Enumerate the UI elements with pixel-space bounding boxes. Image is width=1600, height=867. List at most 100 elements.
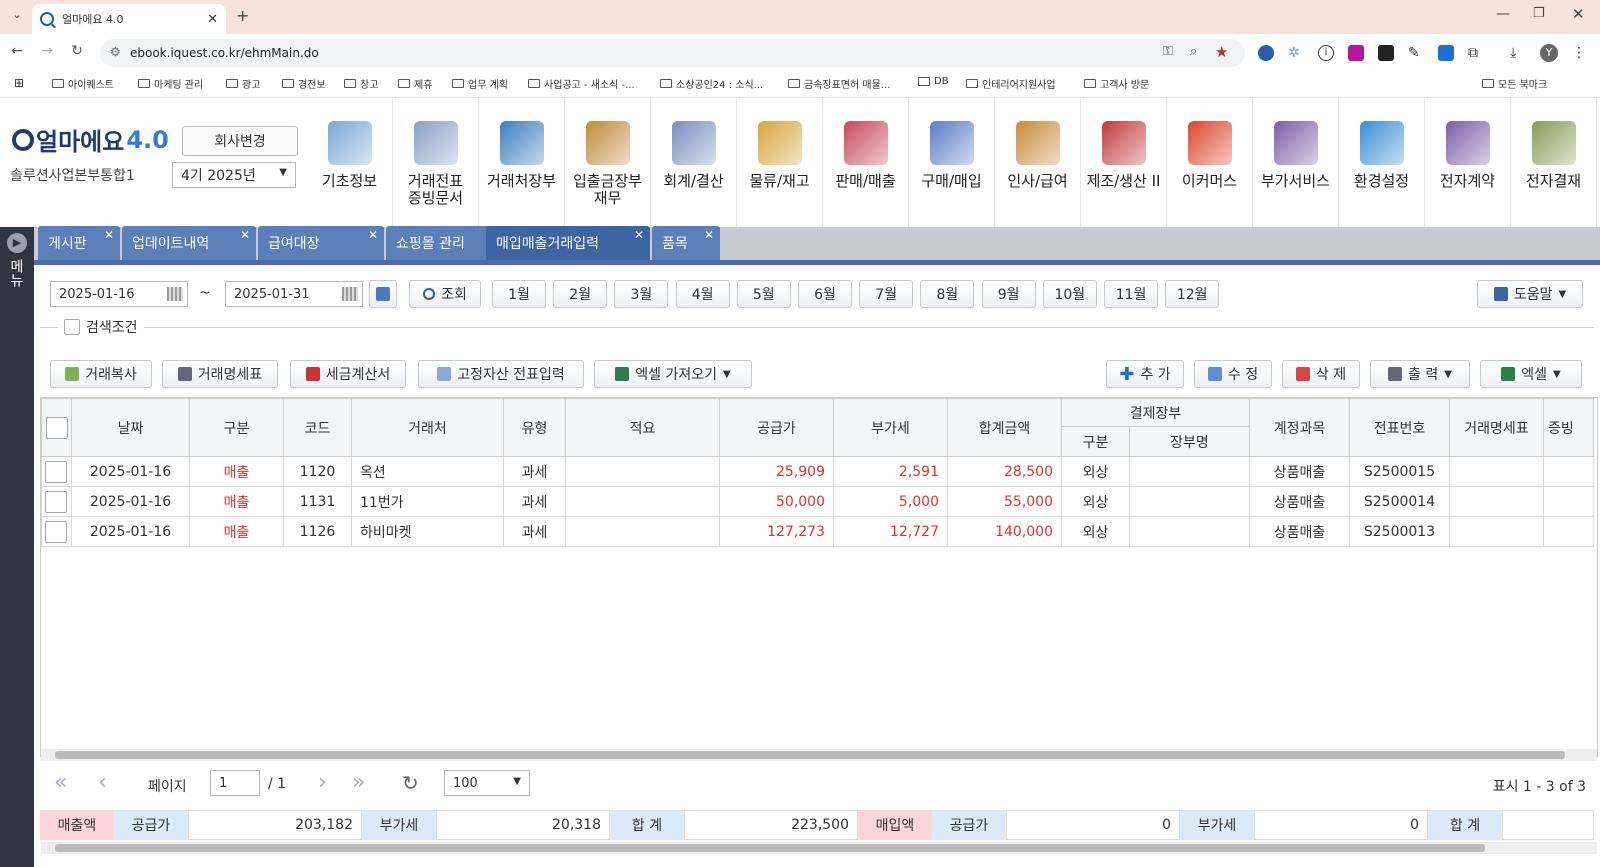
reload-icon[interactable]: ↻ — [68, 42, 86, 60]
cell-code[interactable]: 1120 — [283, 456, 352, 487]
date-to-input[interactable]: 2025-01-31 — [225, 281, 363, 307]
select-all-checkbox[interactable] — [45, 416, 68, 439]
cell-kind[interactable]: 과세 — [503, 456, 566, 487]
cell-vat[interactable]: 12,727 — [833, 516, 948, 547]
sidebar-toggle-icon[interactable]: ▶ — [7, 233, 27, 253]
copy-transaction-button[interactable]: 거래복사 — [50, 360, 152, 388]
header-ledger[interactable]: 장부명 — [1129, 426, 1250, 457]
cell-statement[interactable] — [1449, 486, 1544, 517]
restore-icon[interactable]: ❐ — [1533, 6, 1545, 21]
download-extension-icon[interactable] — [1348, 45, 1364, 61]
bookmark-item[interactable]: 사업공고 - 새소식 -... — [528, 76, 635, 91]
cell-supply[interactable]: 25,909 — [719, 456, 834, 487]
close-tab-icon[interactable]: ✕ — [207, 12, 218, 27]
table-row[interactable]: 2025-01-16 매출 1131 11번가 과세 50,000 5,000 55,000 외… — [41, 486, 1594, 517]
browser-tab[interactable]: 얼마에요 4.0 ✕ — [32, 4, 226, 34]
cell-slip-no[interactable]: S2500013 — [1349, 516, 1450, 547]
header-pay-type[interactable]: 구분 — [1061, 426, 1130, 457]
main-menu-item[interactable]: 전자결재 — [1511, 99, 1597, 227]
fixed-asset-slip-button[interactable]: 고정자산 전표입력 — [418, 360, 584, 388]
main-menu-item[interactable]: 거래전표 증빙문서 — [393, 99, 479, 227]
sidebar-menu-label[interactable]: 메뉴 — [8, 259, 25, 287]
cell-memo[interactable] — [565, 516, 720, 547]
cell-pay-type[interactable]: 외상 — [1061, 456, 1130, 487]
last-page-icon[interactable]: » — [352, 770, 365, 795]
cell-total[interactable]: 140,000 — [947, 516, 1062, 547]
main-menu-item[interactable]: 환경설정 — [1339, 99, 1425, 227]
header-evidence[interactable]: 증빙 — [1543, 398, 1594, 457]
cell-slip-no[interactable]: S2500014 — [1349, 486, 1450, 517]
cell-ledger[interactable] — [1129, 456, 1250, 487]
scrollbar-thumb[interactable] — [55, 844, 1485, 852]
sparkle-extension-icon[interactable]: ✲ — [1288, 45, 1304, 61]
calendar-icon[interactable] — [167, 287, 183, 301]
close-tab-icon[interactable]: ✕ — [240, 228, 250, 242]
cell-partner[interactable]: 옥션 — [351, 456, 504, 487]
cell-statement[interactable] — [1449, 516, 1544, 547]
main-menu-item[interactable]: 전자계약 — [1425, 99, 1511, 227]
info-extension-icon[interactable]: i — [1318, 45, 1334, 61]
bookmark-all[interactable]: 모든 북마크 — [1482, 76, 1547, 91]
bookmark-item[interactable]: 마케팅 관리 — [138, 76, 203, 91]
main-menu-item[interactable]: 구매/매입 — [909, 99, 995, 227]
prev-page-icon[interactable]: ‹ — [98, 770, 107, 795]
cell-vat[interactable]: 2,591 — [833, 456, 948, 487]
forward-icon[interactable]: → — [38, 42, 56, 60]
bookmark-item[interactable]: 소상공인24 : 소식... — [660, 76, 763, 91]
cell-partner[interactable]: 하비마켓 — [351, 516, 504, 547]
bookmark-item[interactable]: 금속장표면허 매물... — [788, 76, 890, 91]
page-input[interactable]: 1 — [210, 770, 260, 796]
header-memo[interactable]: 적요 — [565, 398, 720, 457]
page-tab[interactable]: 품목 ✕ — [652, 226, 720, 260]
page-tab[interactable]: 매입매출거래입력 ✕ — [486, 226, 650, 260]
main-menu-item[interactable]: 부가서비스 — [1253, 99, 1339, 227]
cell-evidence[interactable] — [1543, 456, 1594, 487]
cell-date[interactable]: 2025-01-16 — [71, 486, 190, 517]
extension-icon[interactable] — [1258, 45, 1274, 61]
cell-supply[interactable]: 50,000 — [719, 486, 834, 517]
cell-evidence[interactable] — [1543, 486, 1594, 517]
window-close-icon[interactable]: ✕ — [1572, 5, 1585, 23]
row-checkbox[interactable] — [45, 490, 67, 513]
main-menu-item[interactable]: 물류/재고 — [737, 99, 823, 227]
main-menu-item[interactable]: 입출금장부 재무 — [565, 99, 651, 227]
puzzle-icon[interactable]: ⧉ — [1468, 45, 1484, 61]
cell-ledger[interactable] — [1129, 516, 1250, 547]
header-code[interactable]: 코드 — [283, 398, 352, 457]
downloads-icon[interactable]: ⤓ — [1510, 45, 1526, 61]
main-menu-item[interactable]: 거래처장부 — [479, 99, 565, 227]
excel-export-button[interactable]: 엑셀 ▼ — [1480, 360, 1582, 388]
cell-memo[interactable] — [565, 486, 720, 517]
bookmark-item[interactable]: 창고 — [344, 76, 378, 91]
month-button[interactable]: 1월 — [492, 280, 546, 308]
table-row[interactable]: 2025-01-16 매출 1120 옥션 과세 25,909 2,591 28,500 외상 상… — [41, 456, 1594, 487]
tab-list-icon[interactable]: ⌄ — [8, 8, 26, 26]
cell-ledger[interactable] — [1129, 486, 1250, 517]
header-kind[interactable]: 유형 — [503, 398, 566, 457]
help-button[interactable]: 도움말 ▼ — [1477, 280, 1583, 308]
close-tab-icon[interactable]: ✕ — [634, 228, 644, 242]
main-menu-item[interactable]: 이커머스 — [1167, 99, 1253, 227]
cell-code[interactable]: 1131 — [283, 486, 352, 517]
edit-button[interactable]: 수 정 — [1194, 360, 1272, 388]
next-page-icon[interactable]: › — [318, 770, 327, 795]
date-from-input[interactable]: 2025-01-16 — [50, 281, 188, 307]
statement-button[interactable]: 거래명세표 — [162, 360, 278, 388]
minimize-icon[interactable]: — — [1496, 6, 1510, 22]
month-button[interactable]: 2월 — [553, 280, 608, 308]
cell-account[interactable]: 상품매출 — [1249, 486, 1350, 517]
tax-invoice-button[interactable]: 세금계산서 — [290, 360, 406, 388]
month-button[interactable]: 12월 — [1165, 280, 1220, 308]
main-menu-item[interactable]: 인사/급여 — [995, 99, 1081, 227]
header-slip-no[interactable]: 전표번호 — [1349, 398, 1450, 457]
password-key-icon[interactable]: ⚿ — [1163, 44, 1173, 59]
header-date[interactable]: 날짜 — [71, 398, 190, 457]
cell-type[interactable]: 매출 — [189, 456, 284, 487]
cell-slip-no[interactable]: S2500015 — [1349, 456, 1450, 487]
back-icon[interactable]: ← — [8, 42, 26, 60]
cell-total[interactable]: 55,000 — [947, 486, 1062, 517]
new-tab-icon[interactable]: + — [236, 6, 249, 25]
search-condition-toggle[interactable]: 검색조건 — [58, 318, 144, 336]
totals-horizontal-scrollbar[interactable] — [41, 842, 1597, 854]
page-tab[interactable]: 급여대장 ✕ — [258, 226, 384, 260]
